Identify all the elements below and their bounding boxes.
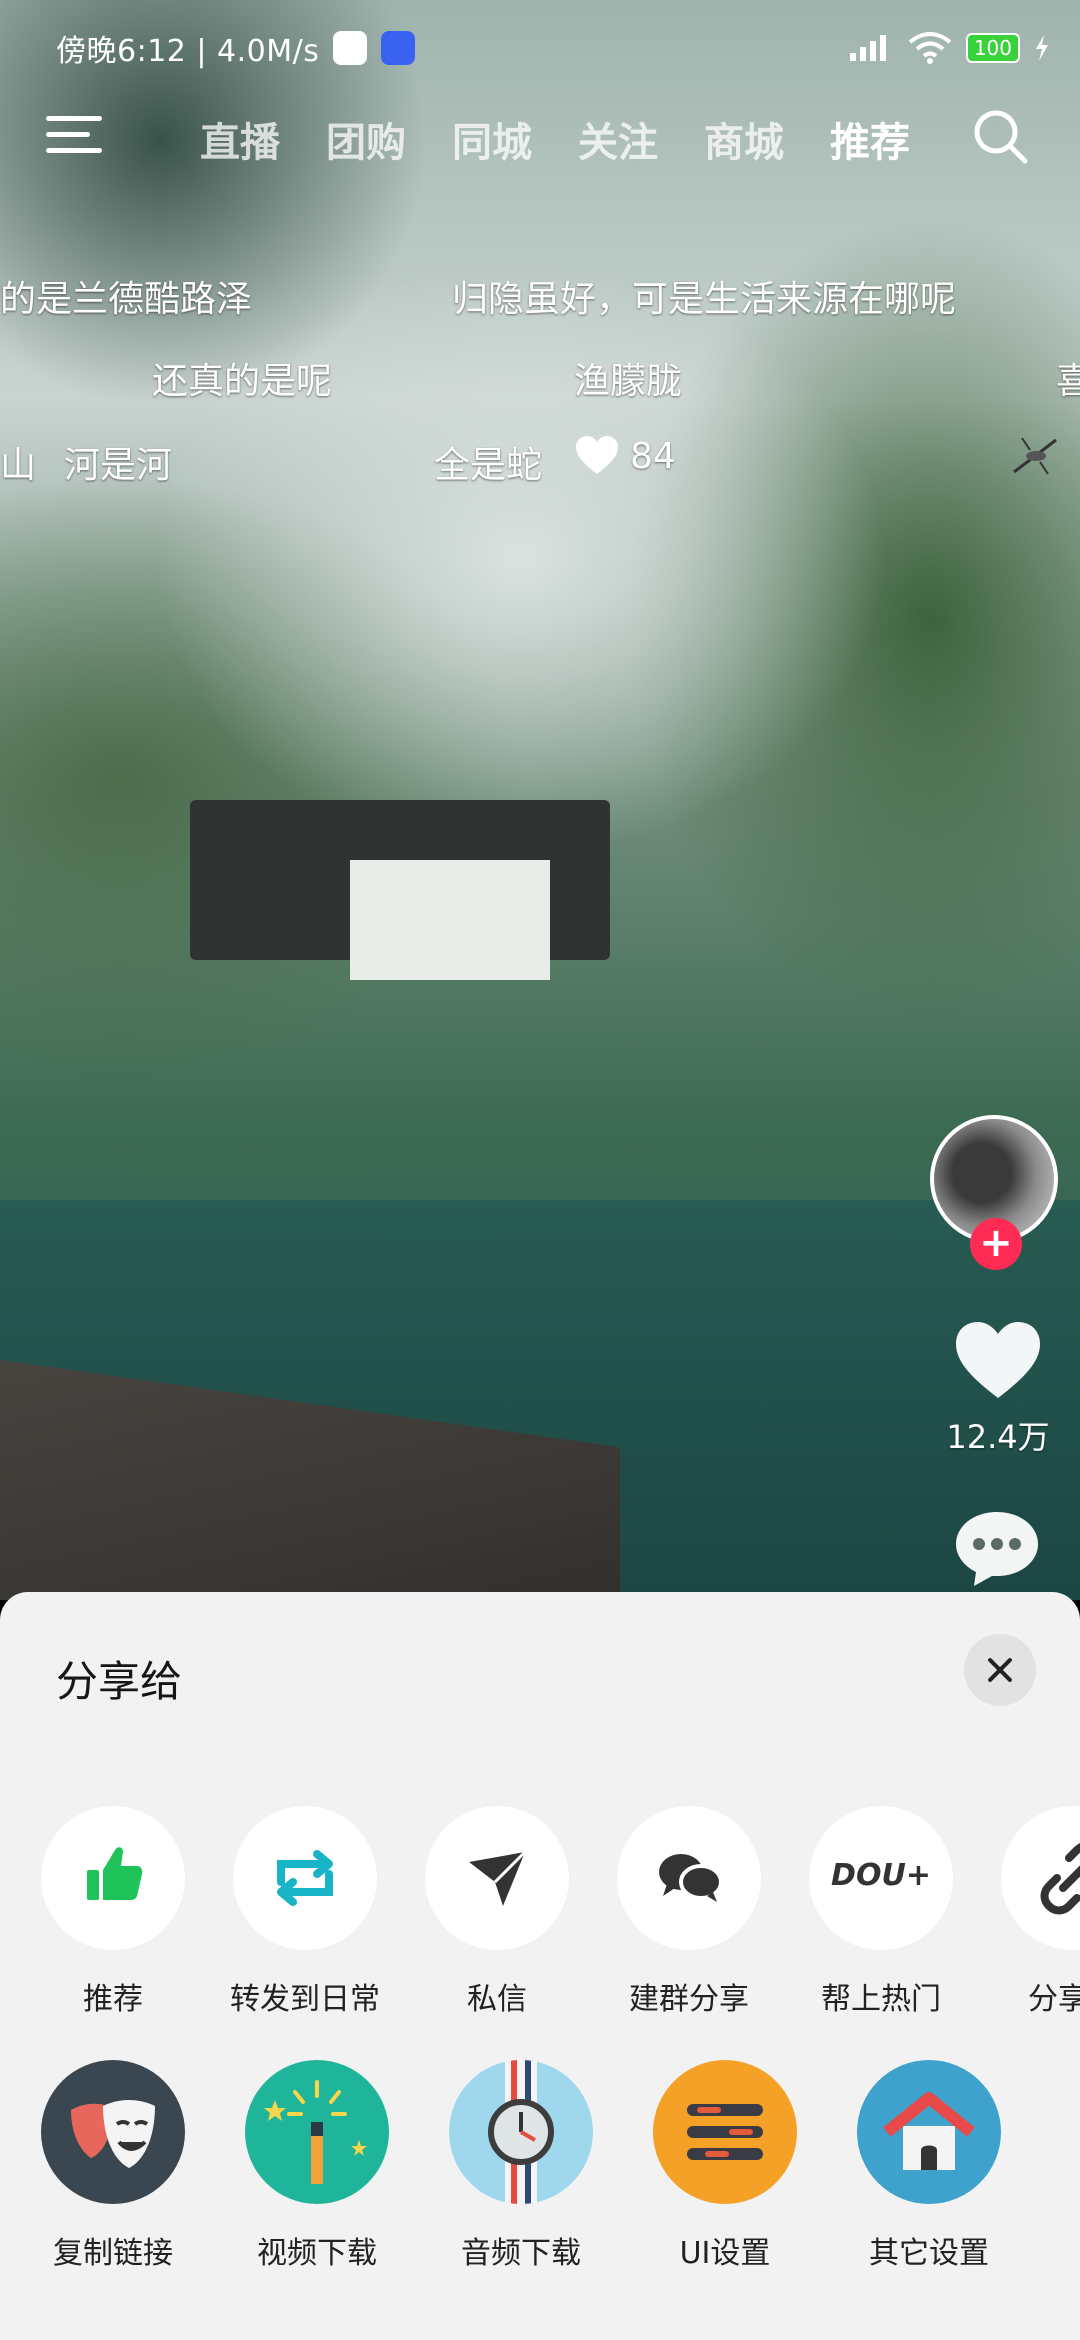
tab-recommend[interactable]: 推荐 [830,110,910,168]
top-navigation: 直播 团购 同城 关注 商城 推荐 [0,100,1080,180]
feed-tabs: 直播 团购 同城 关注 商城 推荐 [200,110,910,168]
copy-link-button[interactable]: 复制链接 [18,2060,208,2272]
app-notification-icon [381,31,416,65]
share-sheet: 分享给 推荐 转发到日常 私信 建群分享 DOU+ 帮上热门 分享 复制链接 视… [0,1592,1080,2340]
status-time: 傍晚6:12 | 4.0M/s [56,34,320,69]
heart-icon[interactable] [952,1318,1044,1402]
share-link-label: 分享链 [1028,1982,1080,2017]
mosquito-icon [1013,437,1057,475]
share-actions-row: 复制链接 视频下载 音频下载 UI设置 其它设置 [0,2060,1080,2300]
like-count: 12.4万 [946,1418,1050,1456]
tab-mall[interactable]: 商城 [704,110,784,168]
share-recommend[interactable]: 推荐 [18,1806,208,2018]
group-chat-icon [617,1806,761,1950]
share-targets-row: 推荐 转发到日常 私信 建群分享 DOU+ 帮上热门 分享 [0,1806,1080,2026]
danmaku-comment: 的是兰德酷路泽 [0,279,253,320]
tab-following[interactable]: 关注 [578,110,658,168]
danmaku-comment: 全是蛇 [434,445,543,486]
share-group-chat[interactable]: 建群分享 [594,1806,784,2018]
video-background[interactable] [0,0,1080,1600]
danmaku-comment: 归隐虽好，可是生活来源在哪呢 [452,279,957,320]
search-icon[interactable] [970,106,1030,166]
share-dou-plus[interactable]: DOU+ 帮上热门 [786,1806,976,2018]
video-download-label: 视频下载 [257,2236,377,2271]
close-button[interactable] [964,1634,1036,1706]
tab-nearby[interactable]: 同城 [452,110,532,168]
share-sheet-title: 分享给 [56,1657,183,1706]
danmaku-comment: 河是河 [64,445,173,486]
ui-settings-button[interactable]: UI设置 [630,2060,820,2272]
send-icon [425,1806,569,1950]
share-dou-plus-label: 帮上热门 [821,1982,941,2017]
watch-icon [449,2060,593,2204]
video-download-button[interactable]: 视频下载 [222,2060,412,2272]
link-icon [1001,1806,1080,1950]
magic-wand-icon [245,2060,389,2204]
signal-icon [849,35,886,61]
audio-download-label: 音频下载 [461,2236,581,2271]
danmaku-comment: 山 [0,445,37,486]
charging-icon [1036,35,1048,61]
audio-download-button[interactable]: 音频下载 [426,2060,616,2272]
danmaku-like-count: 84 [630,436,676,477]
follow-button[interactable]: + [970,1218,1022,1270]
dou-plus-icon: DOU+ [809,1806,953,1950]
danmaku-comment: 喜 [1056,361,1080,402]
cloud-app-icon [333,31,368,65]
other-settings-button[interactable]: 其它设置 [834,2060,1024,2272]
share-repost-daily-label: 转发到日常 [230,1982,380,2017]
repost-icon [233,1806,377,1950]
theater-mask-icon [41,2060,185,2204]
other-settings-label: 其它设置 [869,2236,989,2271]
menu-icon[interactable] [46,112,104,158]
share-repost-daily[interactable]: 转发到日常 [210,1806,400,2018]
comment-icon[interactable] [952,1508,1042,1590]
ui-settings-label: UI设置 [679,2236,771,2271]
danmaku-comment: 还真的是呢 [152,361,333,402]
share-link[interactable]: 分享链 [978,1806,1080,2018]
share-recommend-label: 推荐 [83,1982,143,2017]
wifi-icon [908,32,952,64]
status-right: 100 [848,32,1050,64]
tab-live[interactable]: 直播 [200,110,280,168]
share-direct-message[interactable]: 私信 [402,1806,592,2018]
thumbs-up-icon [41,1806,185,1950]
battery-indicator: 100 [965,33,1020,63]
heart-outline-icon [576,436,618,474]
house-wall [350,860,550,980]
home-icon [857,2060,1001,2204]
danmaku-comment: 渔朦胧 [574,361,683,402]
list-icon [653,2060,797,2204]
tab-group-buy[interactable]: 团购 [326,110,406,168]
share-direct-message-label: 私信 [467,1982,527,2017]
status-bar: 傍晚6:12 | 4.0M/s 100 [56,28,1050,69]
dou-plus-text: DOU+ [831,1858,931,1893]
copy-link-label: 复制链接 [53,2236,173,2271]
share-group-chat-label: 建群分享 [629,1982,749,2017]
